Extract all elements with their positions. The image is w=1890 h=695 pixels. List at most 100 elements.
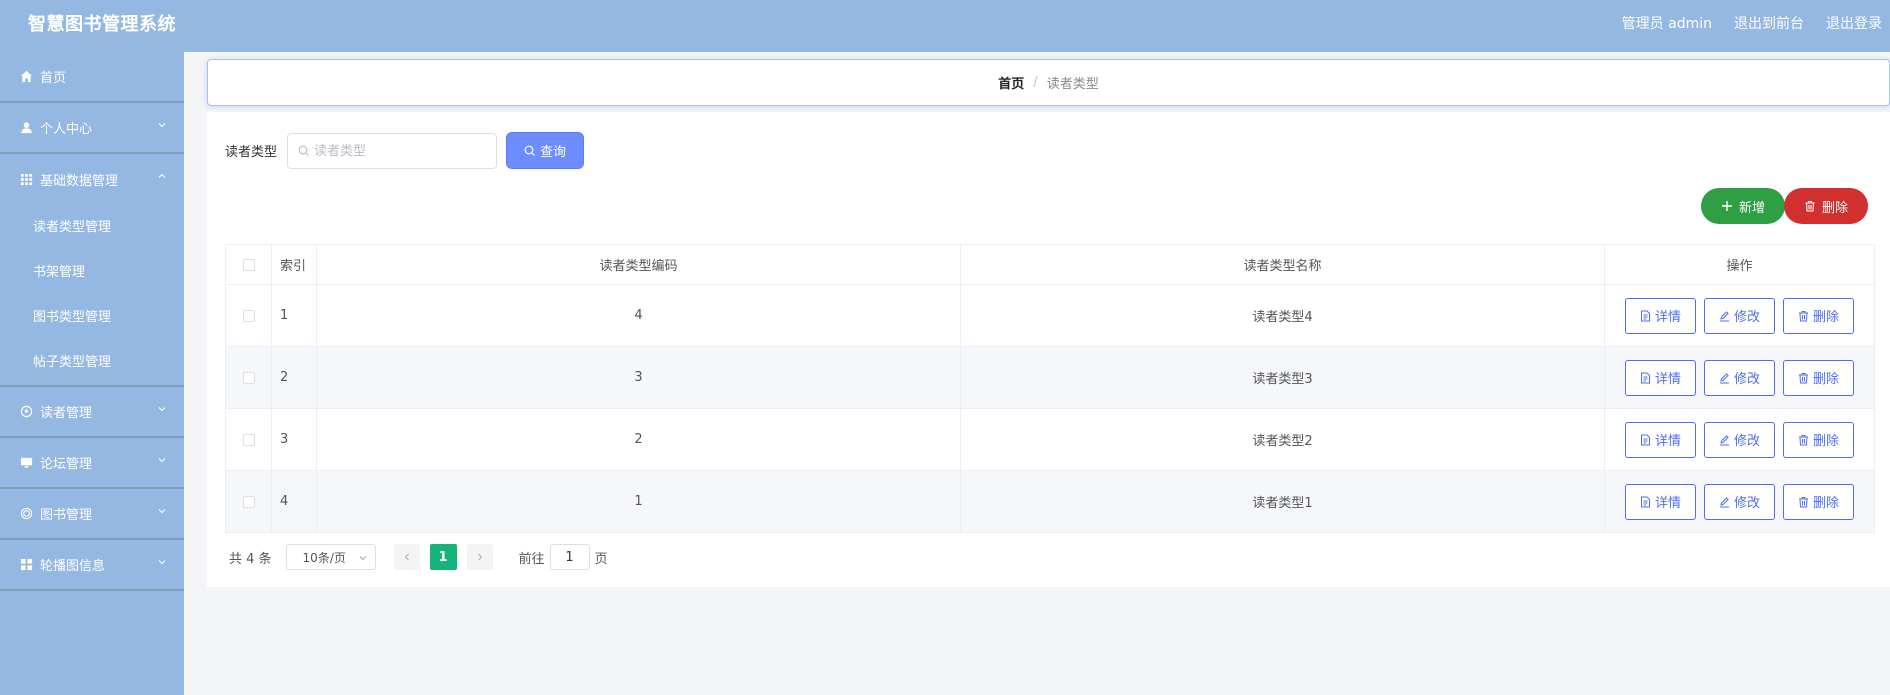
delete-label: 删除 bbox=[1812, 372, 1839, 387]
page-size-select[interactable]: 10条/页 bbox=[285, 544, 376, 570]
detail-button[interactable]: 详情 bbox=[1625, 297, 1696, 334]
delete-button[interactable]: 删除 bbox=[1783, 421, 1854, 458]
query-button[interactable]: 查询 bbox=[506, 132, 584, 169]
monitor-icon bbox=[18, 455, 34, 471]
sidebar-subitem-bookshelf[interactable]: 书架管理 bbox=[0, 250, 184, 295]
user-icon bbox=[18, 120, 34, 136]
cell-code: 1 bbox=[316, 470, 961, 533]
trash-icon bbox=[1798, 372, 1808, 383]
select-all-cell bbox=[225, 244, 272, 285]
document-icon bbox=[1640, 496, 1650, 507]
reader-icon bbox=[18, 404, 34, 420]
delete-button[interactable]: 删除 bbox=[1783, 297, 1854, 334]
row-checkbox[interactable] bbox=[242, 371, 255, 384]
submenu-basic-data: 读者类型管理 书架管理 图书类型管理 帖子类型管理 bbox=[0, 205, 184, 387]
chevron-down-icon bbox=[359, 556, 366, 561]
cell-actions: 详情 修改 删除 bbox=[1604, 284, 1875, 347]
edit-button[interactable]: 修改 bbox=[1704, 421, 1775, 458]
cell-index: 2 bbox=[271, 346, 317, 409]
sidebar-item-label: 基础数据管理 bbox=[40, 174, 119, 189]
cell-actions: 详情 修改 删除 bbox=[1604, 408, 1875, 471]
sidebar-subitem-post-type[interactable]: 帖子类型管理 bbox=[0, 340, 184, 385]
sidebar-subitem-reader-type[interactable]: 读者类型管理 bbox=[0, 205, 184, 250]
row-checkbox[interactable] bbox=[242, 495, 255, 508]
cell-name: 读者类型4 bbox=[960, 284, 1605, 347]
target-icon bbox=[18, 506, 34, 522]
cell-actions: 详情 修改 删除 bbox=[1604, 470, 1875, 533]
chevron-up-icon bbox=[158, 173, 166, 178]
batch-delete-button[interactable]: 删除 bbox=[1784, 188, 1868, 224]
page-number-current[interactable]: 1 bbox=[429, 544, 457, 570]
sidebar-item-forum[interactable]: 论坛管理 bbox=[0, 438, 184, 489]
table-row: 2 3 读者类型3 详情 修改 删除 bbox=[225, 346, 1875, 409]
plus-icon bbox=[1721, 201, 1732, 211]
breadcrumb-home[interactable]: 首页 bbox=[998, 73, 1024, 92]
chevron-down-icon bbox=[158, 509, 166, 514]
sidebar-item-books[interactable]: 图书管理 bbox=[0, 489, 184, 540]
detail-button[interactable]: 详情 bbox=[1625, 483, 1696, 520]
edit-button[interactable]: 修改 bbox=[1704, 297, 1775, 334]
goto-page-input[interactable] bbox=[549, 544, 590, 570]
sidebar-item-home[interactable]: 首页 bbox=[0, 52, 184, 103]
chevron-down-icon bbox=[158, 407, 166, 412]
pagination: 共 4 条 10条/页 1 前往 页 bbox=[229, 544, 608, 570]
main-content: 读者类型 查询 新增 删除 索引 读者类型编码 读者类型名称 操作 1 bbox=[207, 112, 1890, 587]
admin-label[interactable]: 管理员 admin bbox=[1622, 0, 1712, 48]
page-size-value: 10条/页 bbox=[302, 550, 346, 565]
sidebar-item-basic-data[interactable]: 基础数据管理 bbox=[0, 154, 184, 205]
sidebar-subitem-book-type[interactable]: 图书类型管理 bbox=[0, 295, 184, 340]
sidebar: 首页 个人中心 基础数据管理 读者类型管理 书架管理 图书类型管理 帖子类型管理… bbox=[0, 52, 184, 695]
row-select-cell bbox=[225, 284, 272, 347]
select-all-checkbox[interactable] bbox=[242, 258, 255, 271]
trash-icon bbox=[1798, 496, 1808, 507]
search-icon bbox=[524, 145, 535, 156]
sidebar-item-carousel[interactable]: 轮播图信息 bbox=[0, 540, 184, 591]
detail-button[interactable]: 详情 bbox=[1625, 421, 1696, 458]
detail-label: 详情 bbox=[1654, 434, 1681, 449]
exit-to-front-link[interactable]: 退出到前台 bbox=[1734, 0, 1804, 48]
delete-button[interactable]: 删除 bbox=[1783, 359, 1854, 396]
table-row: 3 2 读者类型2 详情 修改 删除 bbox=[225, 408, 1875, 471]
edit-button[interactable]: 修改 bbox=[1704, 483, 1775, 520]
sidebar-item-label: 个人中心 bbox=[40, 122, 93, 137]
edit-button[interactable]: 修改 bbox=[1704, 359, 1775, 396]
top-header: 智慧图书管理系统 管理员 admin 退出到前台 退出登录 bbox=[0, 0, 1890, 52]
table-header-row: 索引 读者类型编码 读者类型名称 操作 bbox=[225, 244, 1875, 285]
chevron-right-icon bbox=[477, 553, 482, 561]
cell-index: 4 bbox=[271, 470, 317, 533]
sidebar-item-readers[interactable]: 读者管理 bbox=[0, 387, 184, 438]
delete-button[interactable]: 删除 bbox=[1783, 483, 1854, 520]
column-header-code: 读者类型编码 bbox=[316, 244, 961, 285]
edit-label: 修改 bbox=[1733, 496, 1760, 511]
column-header-index: 索引 bbox=[271, 244, 317, 285]
home-icon bbox=[18, 69, 34, 85]
goto-prefix: 前往 bbox=[518, 551, 545, 567]
detail-button[interactable]: 详情 bbox=[1625, 359, 1696, 396]
document-icon bbox=[1640, 434, 1650, 445]
sidebar-item-profile[interactable]: 个人中心 bbox=[0, 103, 184, 154]
add-button[interactable]: 新增 bbox=[1701, 188, 1785, 224]
column-header-name: 读者类型名称 bbox=[960, 244, 1605, 285]
reader-type-table: 索引 读者类型编码 读者类型名称 操作 1 4 读者类型4 详情 修改 删除 2… bbox=[225, 244, 1875, 533]
row-checkbox[interactable] bbox=[242, 433, 255, 446]
logout-link[interactable]: 退出登录 bbox=[1826, 0, 1882, 48]
row-select-cell bbox=[225, 346, 272, 409]
prev-page-button[interactable] bbox=[393, 544, 420, 570]
delete-label: 删除 bbox=[1812, 310, 1839, 325]
breadcrumb: 首页 / 读者类型 bbox=[207, 59, 1890, 106]
apps-icon bbox=[18, 557, 34, 573]
cell-index: 1 bbox=[271, 284, 317, 347]
row-checkbox[interactable] bbox=[242, 309, 255, 322]
search-input[interactable] bbox=[314, 143, 484, 159]
cell-index: 3 bbox=[271, 408, 317, 471]
goto-suffix: 页 bbox=[594, 551, 608, 567]
search-field[interactable] bbox=[287, 133, 497, 169]
trash-icon bbox=[1798, 434, 1808, 445]
search-icon bbox=[298, 145, 309, 156]
next-page-button[interactable] bbox=[466, 544, 493, 570]
total-count: 共 4 条 bbox=[229, 551, 272, 567]
detail-label: 详情 bbox=[1654, 496, 1681, 511]
edit-icon bbox=[1719, 310, 1729, 321]
breadcrumb-separator: / bbox=[1033, 75, 1038, 90]
breadcrumb-current: 读者类型 bbox=[1046, 77, 1099, 92]
